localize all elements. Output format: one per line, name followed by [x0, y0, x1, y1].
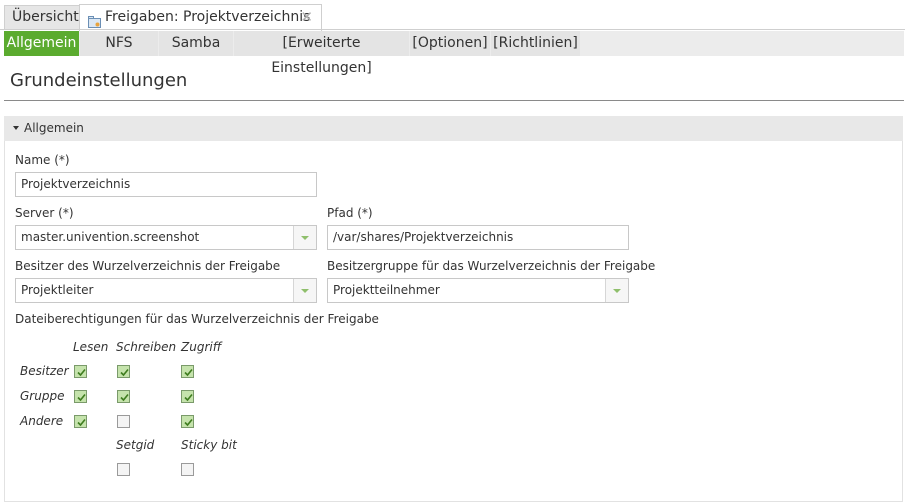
- group-label: Besitzergruppe für das Wurzelverzeichnis…: [327, 259, 656, 273]
- subtab-nfs[interactable]: NFS: [80, 31, 158, 56]
- owner-label: Besitzer des Wurzelverzeichnis der Freig…: [15, 259, 281, 273]
- col-head-lesen: Lesen: [73, 340, 109, 354]
- checkbox-andere-zugriff[interactable]: [181, 415, 194, 428]
- server-select[interactable]: master.univention.screenshot: [15, 225, 317, 250]
- subtab-allgemein[interactable]: Allgemein: [4, 31, 79, 56]
- checkbox-setgid[interactable]: [117, 463, 130, 476]
- server-label: Server (*): [15, 206, 74, 220]
- section-header[interactable]: Allgemein: [4, 116, 903, 141]
- checkbox-gruppe-schreiben[interactable]: [117, 390, 130, 403]
- path-label: Pfad (*): [327, 206, 373, 220]
- checkbox-andere-lesen[interactable]: [74, 415, 87, 428]
- path-input[interactable]: /var/shares/Projektverzeichnis: [327, 225, 629, 250]
- checkbox-besitzer-schreiben[interactable]: [117, 365, 130, 378]
- tab-overview[interactable]: Übersicht: [4, 5, 87, 29]
- page-title: Grundeinstellungen: [10, 70, 188, 91]
- name-input[interactable]: Projektverzeichnis: [15, 172, 317, 197]
- owner-select-value: Projektleiter: [21, 283, 94, 297]
- chevron-down-icon: [613, 289, 621, 293]
- subtab-samba[interactable]: Samba: [159, 31, 233, 56]
- sticky-bit-label: Sticky bit: [181, 438, 237, 452]
- subtab-richtlinien[interactable]: [Richtlinien]: [491, 31, 580, 56]
- close-icon[interactable]: ✕: [300, 5, 313, 30]
- owner-select[interactable]: Projektleiter: [15, 278, 317, 303]
- subtab-optionen[interactable]: [Optionen]: [410, 31, 490, 56]
- collapse-arrow-icon[interactable]: [13, 126, 19, 130]
- row-head-andere: Andere: [20, 414, 64, 428]
- group-select-value: Projektteilnehmer: [333, 283, 440, 297]
- permissions-label: Dateiberechtigungen für das Wurzelverzei…: [15, 312, 379, 326]
- subtab-erweiterte-einstellungen[interactable]: [Erweiterte Einstellungen]: [234, 31, 409, 76]
- row-head-gruppe: Gruppe: [20, 389, 65, 403]
- col-head-schreiben: Schreiben: [116, 340, 177, 354]
- server-dropdown-button[interactable]: [293, 226, 316, 249]
- setgid-label: Setgid: [116, 438, 155, 452]
- group-select[interactable]: Projektteilnehmer: [327, 278, 629, 303]
- owner-dropdown-button[interactable]: [293, 279, 316, 302]
- shares-folder-icon: [88, 12, 101, 28]
- heading-divider: [4, 100, 904, 101]
- checkbox-gruppe-lesen[interactable]: [74, 390, 87, 403]
- tab-divider: [0, 29, 905, 30]
- checkbox-besitzer-lesen[interactable]: [74, 365, 87, 378]
- checkbox-gruppe-zugriff[interactable]: [181, 390, 194, 403]
- checkbox-besitzer-zugriff[interactable]: [181, 365, 194, 378]
- row-head-besitzer: Besitzer: [20, 364, 69, 378]
- checkbox-andere-schreiben[interactable]: [117, 415, 130, 428]
- section-title: Allgemein: [24, 121, 84, 135]
- server-select-value: master.univention.screenshot: [21, 230, 200, 244]
- tab-shares-module[interactable]: Freigaben: Projektverzeichnis ✕: [79, 4, 322, 31]
- name-label: Name (*): [15, 153, 70, 167]
- chevron-down-icon: [301, 289, 309, 293]
- chevron-down-icon: [301, 236, 309, 240]
- checkbox-sticky-bit[interactable]: [181, 463, 194, 476]
- subtab-bar: Allgemein NFS Samba [Erweiterte Einstell…: [4, 31, 904, 76]
- tab-module-label: Freigaben: Projektverzeichnis: [105, 9, 311, 25]
- group-dropdown-button[interactable]: [605, 279, 628, 302]
- col-head-zugriff: Zugriff: [181, 340, 222, 354]
